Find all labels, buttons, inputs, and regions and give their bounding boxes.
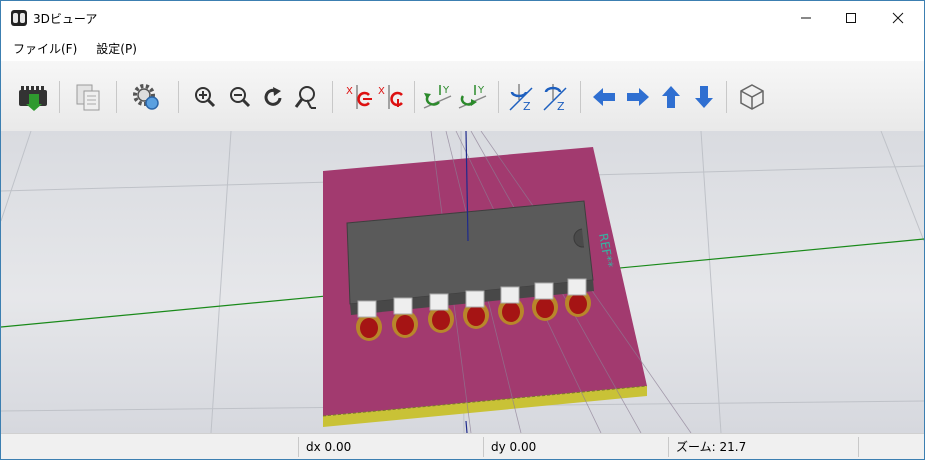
rotate-x-cw-button[interactable]: X: [341, 80, 375, 114]
3d-viewer-window: 3Dビューア ファイル(F) 設定(P) X X Y Y Z Z REF** d…: [0, 0, 925, 460]
toolbar: X X Y Y Z Z: [1, 61, 924, 132]
pan-down-button[interactable]: [687, 80, 721, 114]
zoom-out-icon: [230, 87, 251, 108]
rotate-x-ccw-icon: X: [378, 85, 403, 109]
pan-up-button[interactable]: [654, 80, 688, 114]
svg-text:Z: Z: [523, 100, 531, 112]
copy-image-icon: [76, 84, 100, 111]
pan-down-icon: [695, 86, 713, 108]
rotate-z-cw-button[interactable]: Z: [505, 80, 539, 114]
render-settings-icon: [133, 84, 159, 110]
close-button[interactable]: [875, 1, 921, 35]
orthographic-view-button[interactable]: [735, 80, 769, 114]
rotate-y-ccw-icon: Y: [458, 85, 487, 109]
reload-board-button[interactable]: [16, 80, 50, 114]
zoom-fit-button[interactable]: [289, 80, 323, 114]
svg-text:X: X: [346, 86, 353, 97]
rotate-y-cw-icon: Y: [423, 85, 452, 109]
orthographic-view-icon: [740, 84, 764, 110]
redraw-icon: [264, 87, 282, 106]
pan-left-icon: [593, 88, 615, 106]
menu-bar: ファイル(F) 設定(P): [1, 35, 924, 61]
window-title: 3Dビューア: [33, 11, 98, 26]
svg-text:Z: Z: [557, 100, 565, 112]
status-dx: dx 0.00: [306, 440, 352, 454]
minimize-button[interactable]: [783, 1, 829, 35]
3d-viewport[interactable]: REF**: [1, 131, 924, 433]
menu-file[interactable]: ファイル(F): [6, 40, 84, 57]
svg-text:Y: Y: [477, 85, 485, 96]
menu-preferences[interactable]: 設定(P): [89, 40, 144, 57]
rotate-x-cw-icon: X: [346, 85, 372, 109]
status-bar: dx 0.00 dy 0.00 ズーム: 21.7: [1, 433, 924, 459]
pan-right-icon: [627, 88, 649, 106]
rotate-x-ccw-button[interactable]: X: [373, 80, 407, 114]
pan-left-button[interactable]: [587, 80, 621, 114]
rotate-y-ccw-button[interactable]: Y: [456, 80, 490, 114]
copy-image-button[interactable]: [71, 80, 105, 114]
reload-board-icon: [19, 86, 47, 111]
zoom-in-icon: [195, 87, 216, 108]
app-icon: [11, 10, 27, 26]
zoom-fit-icon: [294, 86, 316, 109]
render-settings-button[interactable]: [129, 80, 163, 114]
status-zoom: ズーム: 21.7: [676, 440, 747, 454]
status-dy: dy 0.00: [491, 440, 537, 454]
rotate-z-cw-icon: Z: [509, 84, 533, 112]
redraw-button[interactable]: [256, 80, 290, 114]
3d-scene[interactable]: REF**: [1, 131, 924, 433]
svg-text:Y: Y: [442, 85, 450, 96]
rotate-z-ccw-button[interactable]: Z: [539, 80, 573, 114]
rotate-y-cw-button[interactable]: Y: [421, 80, 455, 114]
svg-text:X: X: [378, 86, 385, 97]
zoom-in-button[interactable]: [188, 80, 222, 114]
zoom-out-button[interactable]: [223, 80, 257, 114]
pan-right-button[interactable]: [621, 80, 655, 114]
maximize-button[interactable]: [828, 1, 874, 35]
rotate-z-ccw-icon: Z: [543, 84, 567, 112]
pan-up-icon: [662, 86, 680, 108]
title-bar: 3Dビューア: [1, 1, 924, 35]
